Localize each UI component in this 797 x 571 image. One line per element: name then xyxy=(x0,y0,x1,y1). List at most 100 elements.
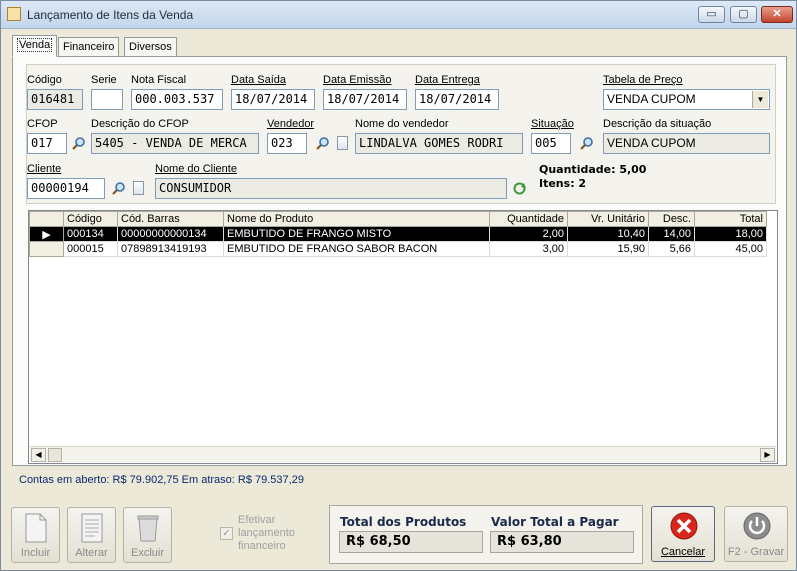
cell-total: 18,00 xyxy=(694,226,767,242)
nome-vendedor-field[interactable]: LINDALVA GOMES RODRI xyxy=(355,133,523,154)
situacao-field[interactable]: 005 xyxy=(531,133,571,154)
excluir-label: Excluir xyxy=(130,547,164,559)
descricao-cfop-field[interactable]: 5405 - VENDA DE MERCA xyxy=(91,133,259,154)
contas-status-text: Contas em aberto: R$ 79.902,75 Em atraso… xyxy=(19,474,304,486)
situacao-search-icon[interactable] xyxy=(579,136,594,151)
tab-diversos[interactable]: Diversos xyxy=(124,37,177,57)
cell-desc: 14,00 xyxy=(648,226,695,242)
incluir-button[interactable]: Incluir xyxy=(11,507,60,563)
descricao-situacao-field[interactable]: VENDA CUPOM xyxy=(603,133,770,154)
nome-vendedor-label: Nome do vendedor xyxy=(355,118,449,130)
alterar-button[interactable]: Alterar xyxy=(67,507,116,563)
maximize-button[interactable]: ▢ xyxy=(730,6,757,23)
minimize-button[interactable]: ▭ xyxy=(698,6,725,23)
cfop-field[interactable]: 017 xyxy=(27,133,67,154)
cell-codigo: 000015 xyxy=(63,241,118,257)
descricao-situacao-label: Descrição da situação xyxy=(603,118,712,130)
nome-cliente-field[interactable]: CONSUMIDOR xyxy=(155,178,507,199)
table-row[interactable]: ▶ 000134 00000000000134 EMBUTIDO DE FRAN… xyxy=(29,226,767,242)
header-fields-group: Código Serie Nota Fiscal Data Saída Data… xyxy=(26,64,776,204)
cancelar-button[interactable]: Cancelar xyxy=(651,506,715,562)
total-produtos-label: Total dos Produtos xyxy=(340,515,467,529)
vendedor-search-icon[interactable] xyxy=(315,136,330,151)
incluir-label: Incluir xyxy=(20,547,51,559)
close-button[interactable]: ✕ xyxy=(761,6,793,23)
valor-pagar-value: R$ 63,80 xyxy=(490,531,634,553)
data-emissao-label: Data Emissão xyxy=(323,74,392,86)
cell-total: 45,00 xyxy=(694,241,767,257)
column-header-total[interactable]: Total xyxy=(694,211,767,227)
nota-fiscal-field[interactable]: 000.003.537 xyxy=(131,89,223,110)
row-pointer-icon: ▶ xyxy=(29,226,64,242)
app-icon xyxy=(7,7,21,21)
data-saida-field[interactable]: 18/07/2014 xyxy=(231,89,315,110)
cell-desc: 5,66 xyxy=(648,241,695,257)
window-title: Lançamento de Itens da Venda xyxy=(27,8,194,22)
main-window: Lançamento de Itens da Venda ▭ ▢ ✕ Venda… xyxy=(0,0,797,571)
scroll-right-arrow-icon[interactable]: ▶ xyxy=(760,448,775,462)
cell-vr-unitario: 10,40 xyxy=(567,226,649,242)
tabela-preco-value: VENDA CUPOM xyxy=(607,92,696,106)
tab-financeiro[interactable]: Financeiro xyxy=(58,37,120,57)
vendedor-new-document-icon[interactable] xyxy=(337,136,348,150)
cliente-field[interactable]: 00000194 xyxy=(27,178,105,199)
situacao-label: Situação xyxy=(531,118,574,130)
tabela-preco-label: Tabela de Preço xyxy=(603,74,683,86)
codigo-label: Código xyxy=(27,74,62,86)
data-entrega-field[interactable]: 18/07/2014 xyxy=(415,89,499,110)
data-emissao-field[interactable]: 18/07/2014 xyxy=(323,89,407,110)
column-header-desc[interactable]: Desc. xyxy=(648,211,695,227)
cell-nome-produto: EMBUTIDO DE FRANGO MISTO xyxy=(223,226,490,242)
data-saida-label: Data Saída xyxy=(231,74,287,86)
cliente-search-icon[interactable] xyxy=(111,181,126,196)
cliente-label: Cliente xyxy=(27,163,62,175)
cliente-new-document-icon[interactable] xyxy=(133,181,144,195)
scroll-thumb[interactable] xyxy=(48,448,62,462)
tab-venda-panel: Código Serie Nota Fiscal Data Saída Data… xyxy=(12,56,787,466)
items-grid[interactable]: Código Cód. Barras Nome do Produto Quant… xyxy=(28,210,778,464)
items-table: Código Cód. Barras Nome do Produto Quant… xyxy=(29,211,767,257)
cell-quantidade: 2,00 xyxy=(489,226,568,242)
cancelar-label: Cancelar xyxy=(660,546,706,558)
efetivar-label: Efetivar lançamento financeiro xyxy=(238,514,295,552)
row-indicator-header xyxy=(29,211,64,227)
excluir-button[interactable]: Excluir xyxy=(123,507,172,563)
efetivar-checkbox[interactable]: ✓ xyxy=(220,527,233,540)
grid-header-row: Código Cód. Barras Nome do Produto Quant… xyxy=(29,211,767,227)
column-header-quantidade[interactable]: Quantidade xyxy=(489,211,568,227)
title-bar: Lançamento de Itens da Venda ▭ ▢ ✕ xyxy=(1,1,796,29)
trash-icon xyxy=(137,515,159,542)
totals-panel: Total dos Produtos R$ 68,50 Valor Total … xyxy=(329,505,643,564)
cell-quantidade: 3,00 xyxy=(489,241,568,257)
tabela-preco-select[interactable]: VENDA CUPOM ▼ xyxy=(603,89,770,110)
column-header-nome-produto[interactable]: Nome do Produto xyxy=(223,211,490,227)
descricao-cfop-label: Descrição do CFOP xyxy=(91,118,189,130)
power-icon xyxy=(743,512,771,540)
scroll-left-arrow-icon[interactable]: ◀ xyxy=(31,448,46,462)
total-produtos-value: R$ 68,50 xyxy=(339,531,483,553)
cfop-label: CFOP xyxy=(27,118,58,130)
horizontal-scrollbar[interactable]: ◀ ▶ xyxy=(30,446,776,462)
vendedor-label: Vendedor xyxy=(267,118,315,130)
cell-vr-unitario: 15,90 xyxy=(567,241,649,257)
cell-cod-barras: 07898913419193 xyxy=(117,241,224,257)
column-header-vr-unitario[interactable]: Vr. Unitário xyxy=(567,211,649,227)
cfop-search-icon[interactable] xyxy=(71,136,86,151)
cell-codigo: 000134 xyxy=(63,226,118,242)
table-row[interactable]: 000015 07898913419193 EMBUTIDO DE FRANGO… xyxy=(29,241,767,257)
nome-cliente-label: Nome do Cliente xyxy=(155,163,237,175)
refresh-icon[interactable] xyxy=(512,181,527,196)
codigo-field[interactable]: 016481 xyxy=(27,89,83,110)
serie-label: Serie xyxy=(91,74,117,86)
gravar-button[interactable]: F2 - Gravar xyxy=(724,506,788,562)
quantidade-summary: Quantidade: 5,00 xyxy=(539,163,647,176)
nota-fiscal-label: Nota Fiscal xyxy=(131,74,187,86)
serie-field[interactable] xyxy=(91,89,123,110)
cell-nome-produto: EMBUTIDO DE FRANGO SABOR BACON xyxy=(223,241,490,257)
column-header-cod-barras[interactable]: Cód. Barras xyxy=(117,211,224,227)
data-entrega-label: Data Entrega xyxy=(415,74,480,86)
chevron-down-icon[interactable]: ▼ xyxy=(752,91,768,108)
vendedor-field[interactable]: 023 xyxy=(267,133,307,154)
tab-venda[interactable]: Venda xyxy=(12,35,58,57)
column-header-codigo[interactable]: Código xyxy=(63,211,118,227)
